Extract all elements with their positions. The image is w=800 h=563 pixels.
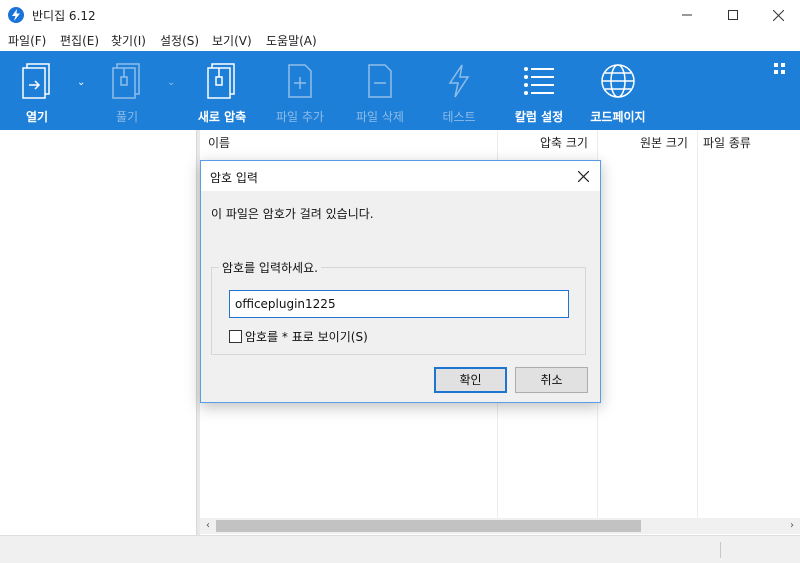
- new-archive-button[interactable]: 새로 압축: [190, 51, 254, 130]
- menu-view[interactable]: 보기(V): [212, 32, 252, 49]
- add-file-button[interactable]: 파일 추가: [268, 51, 332, 130]
- horizontal-scrollbar[interactable]: ‹ ›: [200, 518, 800, 534]
- cancel-button[interactable]: 취소: [515, 367, 588, 393]
- menu-find[interactable]: 찾기(I): [111, 32, 146, 49]
- menu-file[interactable]: 파일(F): [8, 32, 46, 49]
- open-dropdown-icon[interactable]: ⌄: [77, 77, 85, 88]
- close-icon: [577, 170, 589, 182]
- new-archive-icon: [207, 63, 235, 99]
- column-header-compressed-size[interactable]: 압축 크기: [540, 130, 588, 156]
- test-button[interactable]: 테스트: [428, 51, 490, 130]
- column-header-file-type[interactable]: 파일 종류: [703, 130, 751, 156]
- dialog-title: 암호 입력: [210, 171, 258, 185]
- password-dialog: 암호 입력 이 파일은 암호가 걸려 있습니다. 암호를 입력하세요. 암호를 …: [200, 160, 601, 403]
- open-label: 열기: [25, 110, 49, 124]
- column-separator: [697, 130, 698, 518]
- scroll-left-icon[interactable]: ‹: [201, 519, 215, 533]
- codepage-button[interactable]: 코드페이지: [584, 51, 652, 130]
- codepage-label: 코드페이지: [590, 110, 646, 124]
- show-password-option[interactable]: 암호를 * 표로 보이기(S): [229, 328, 368, 345]
- delete-file-button[interactable]: 파일 삭제: [348, 51, 412, 130]
- extract-button[interactable]: 풀기: [96, 51, 158, 130]
- column-header-name[interactable]: 이름: [208, 130, 230, 156]
- layout-grid-icon[interactable]: [774, 63, 786, 75]
- dialog-message: 이 파일은 암호가 걸려 있습니다.: [211, 207, 374, 221]
- extract-dropdown-icon[interactable]: ⌄: [167, 77, 175, 88]
- group-label: 암호를 입력하세요.: [219, 259, 321, 276]
- lightning-icon: [448, 64, 470, 98]
- bandizip-logo-icon: [8, 7, 24, 23]
- delete-file-label: 파일 삭제: [356, 110, 404, 124]
- minimize-button[interactable]: [664, 0, 710, 30]
- ok-button[interactable]: 확인: [434, 367, 507, 393]
- close-window-button[interactable]: [755, 0, 800, 30]
- extract-icon: [112, 63, 140, 99]
- toolbar: 열기 ⌄ 풀기 ⌄ 새로 압축 파일 추가 파일 삭제 테스트 칼럼 설정 코드…: [0, 51, 800, 130]
- folder-tree-pane[interactable]: [0, 130, 197, 535]
- password-groupbox: 암호를 입력하세요. 암호를 * 표로 보이기(S): [211, 259, 586, 355]
- column-list-icon: [524, 67, 554, 95]
- column-settings-button[interactable]: 칼럼 설정: [506, 51, 572, 130]
- add-file-icon: [288, 64, 312, 98]
- menu-bar: 파일(F) 편집(E) 찾기(I) 설정(S) 보기(V) 도움말(A): [0, 30, 800, 50]
- test-label: 테스트: [442, 110, 476, 124]
- column-settings-label: 칼럼 설정: [514, 110, 564, 124]
- open-icon: [22, 63, 50, 99]
- globe-icon: [601, 64, 635, 98]
- dialog-close-button[interactable]: [574, 167, 592, 185]
- add-file-label: 파일 추가: [276, 110, 324, 124]
- scroll-right-icon[interactable]: ›: [785, 519, 799, 533]
- window-title: 반디집 6.12: [32, 9, 96, 23]
- column-header-original-size[interactable]: 원본 크기: [640, 130, 688, 156]
- show-password-checkbox[interactable]: [229, 329, 242, 343]
- extract-label: 풀기: [115, 110, 139, 124]
- dialog-title-bar: 암호 입력: [201, 161, 600, 191]
- menu-help[interactable]: 도움말(A): [266, 32, 317, 49]
- new-archive-label: 새로 압축: [197, 110, 247, 124]
- open-button[interactable]: 열기: [6, 51, 68, 130]
- menu-edit[interactable]: 편집(E): [60, 32, 99, 49]
- delete-file-icon: [368, 64, 392, 98]
- maximize-button[interactable]: [710, 0, 756, 30]
- menu-settings[interactable]: 설정(S): [160, 32, 199, 49]
- password-input[interactable]: [229, 290, 569, 318]
- status-bar: [0, 535, 800, 563]
- show-password-label[interactable]: 암호를 * 표로 보이기(S): [245, 328, 368, 345]
- title-bar: 반디집 6.12: [0, 0, 800, 30]
- status-separator: [720, 542, 721, 558]
- scrollbar-thumb[interactable]: [216, 520, 641, 532]
